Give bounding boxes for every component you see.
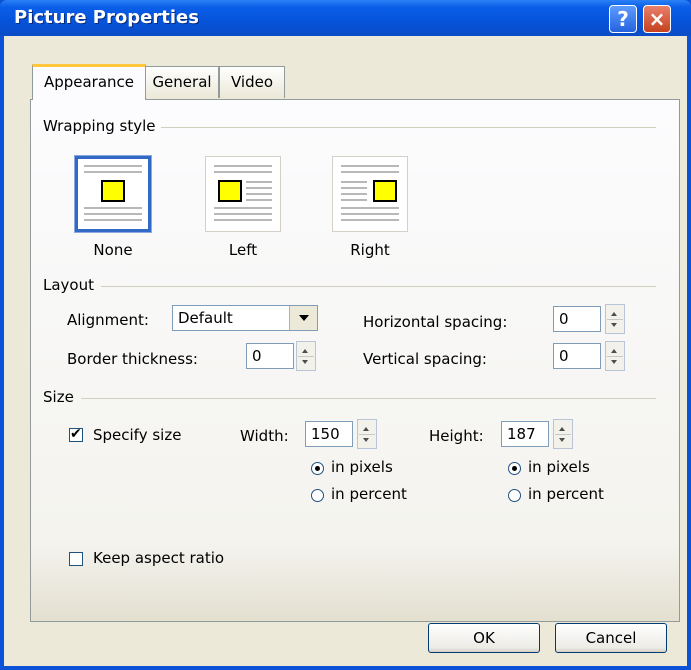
specify-size-checkbox[interactable]: ✔	[69, 426, 83, 442]
width-spinner[interactable]	[357, 419, 377, 449]
help-icon: ?	[617, 7, 629, 31]
close-button[interactable]: ×	[643, 5, 671, 33]
alignment-select[interactable]: Default	[172, 305, 318, 331]
height-percent-label: in percent	[528, 485, 604, 503]
wrap-left-label: Left	[228, 241, 258, 259]
tab-appearance[interactable]: Appearance	[32, 64, 146, 100]
keep-aspect-label: Keep aspect ratio	[93, 549, 225, 567]
height-label: Height:	[429, 427, 484, 445]
height-pixels-radio[interactable]	[508, 462, 521, 475]
height-input[interactable]: 187	[501, 421, 549, 447]
width-percent-label: in percent	[331, 485, 407, 503]
dialog-window: Picture Properties ? × Appearance Genera…	[0, 0, 691, 670]
height-spinner[interactable]	[553, 419, 573, 449]
border-thickness-input[interactable]: 0	[246, 343, 294, 369]
horizontal-spacing-spinner[interactable]	[605, 304, 625, 334]
title-bar[interactable]: Picture Properties ? ×	[0, 0, 691, 36]
width-label: Width:	[240, 427, 289, 445]
wrap-right-button[interactable]	[332, 156, 408, 232]
wrapping-divider	[161, 127, 656, 128]
alignment-label: Alignment:	[67, 311, 149, 329]
ok-button[interactable]: OK	[428, 623, 540, 653]
layout-divider	[101, 286, 656, 287]
wrap-none-label: None	[93, 241, 133, 259]
keep-aspect-checkbox[interactable]	[69, 552, 83, 566]
tab-general[interactable]: General	[145, 66, 219, 98]
horizontal-spacing-input[interactable]: 0	[553, 306, 601, 332]
specify-size-label: Specify size	[93, 426, 182, 444]
layout-label: Layout	[43, 276, 94, 294]
chevron-down-icon[interactable]	[289, 306, 317, 330]
vertical-spacing-input[interactable]: 0	[553, 343, 601, 369]
size-divider	[81, 398, 656, 399]
checkmark-icon: ✔	[70, 426, 82, 442]
width-percent-radio[interactable]	[311, 489, 324, 502]
close-icon: ×	[648, 7, 666, 31]
wrap-left-button[interactable]	[205, 156, 281, 232]
height-percent-radio[interactable]	[508, 489, 521, 502]
height-pixels-label: in pixels	[528, 458, 590, 476]
vertical-spacing-label: Vertical spacing:	[363, 350, 487, 368]
cancel-button[interactable]: Cancel	[555, 623, 667, 653]
border-thickness-spinner[interactable]	[296, 341, 316, 371]
width-pixels-radio[interactable]	[311, 462, 324, 475]
vertical-spacing-spinner[interactable]	[605, 341, 625, 371]
appearance-panel: Wrapping style None Left Right Layout Al…	[30, 99, 680, 622]
size-label: Size	[43, 388, 74, 406]
width-pixels-label: in pixels	[331, 458, 393, 476]
horizontal-spacing-label: Horizontal spacing:	[363, 313, 508, 331]
wrap-right-label: Right	[350, 241, 390, 259]
tab-video[interactable]: Video	[219, 66, 285, 98]
alignment-value: Default	[178, 309, 233, 327]
wrap-none-button[interactable]	[74, 155, 152, 233]
border-thickness-label: Border thickness:	[67, 350, 198, 368]
help-button[interactable]: ?	[609, 5, 637, 33]
width-input[interactable]: 150	[305, 421, 353, 447]
wrapping-style-label: Wrapping style	[43, 117, 156, 135]
dialog-title: Picture Properties	[14, 7, 199, 28]
dialog-body: Appearance General Video Wrapping style …	[4, 36, 687, 666]
